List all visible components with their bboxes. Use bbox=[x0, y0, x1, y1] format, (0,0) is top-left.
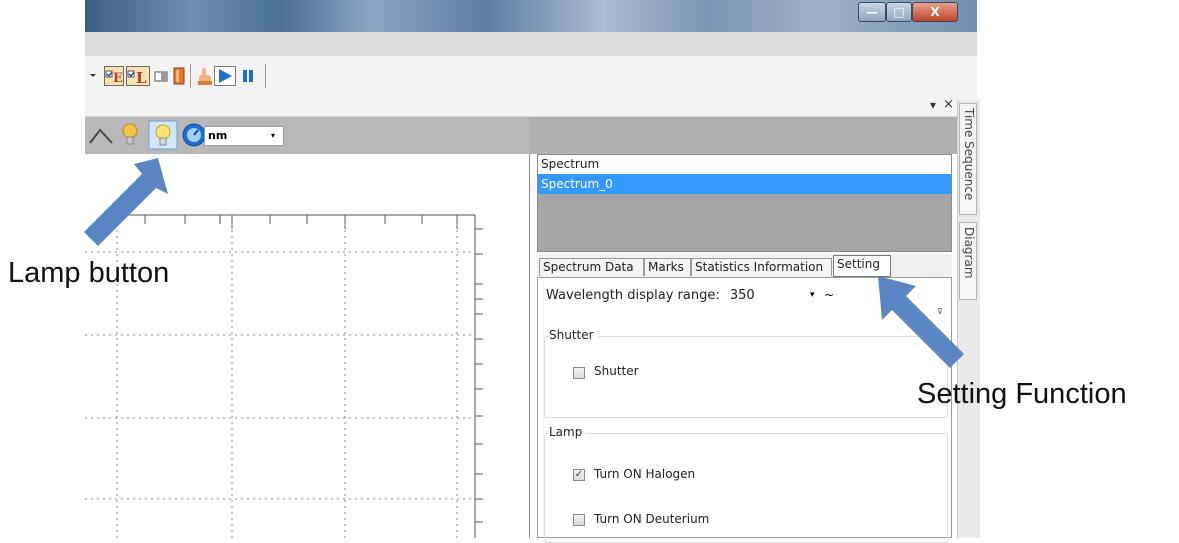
maximize-button[interactable]: □ bbox=[886, 2, 912, 22]
halogen-checkbox-label: Turn ON Halogen bbox=[594, 467, 696, 481]
toolbar-separator bbox=[265, 64, 266, 88]
pane-header: ▾ × bbox=[85, 97, 957, 117]
peak-icon[interactable] bbox=[88, 124, 116, 146]
toggle-icon[interactable] bbox=[154, 66, 168, 86]
deuterium-checkbox-label: Turn ON Deuterium bbox=[594, 512, 710, 526]
marker-icon[interactable] bbox=[171, 66, 187, 86]
unit-select[interactable]: nm ▾ bbox=[204, 126, 284, 146]
list-item[interactable]: Spectrum_0 bbox=[538, 174, 951, 194]
lamp-group-title: Lamp bbox=[549, 425, 587, 439]
pane-menu-button[interactable]: ▾ bbox=[930, 98, 936, 112]
lamp-group: Lamp bbox=[544, 425, 948, 543]
wavelength-range-row: Wavelength display range: 350 bbox=[546, 288, 755, 303]
close-icon: X bbox=[930, 5, 940, 19]
wavelength-range-label: Wavelength display range: bbox=[546, 288, 720, 303]
menu-bar bbox=[85, 32, 977, 57]
tab-marks[interactable]: Marks bbox=[644, 258, 691, 276]
range-separator: ~ bbox=[824, 288, 835, 302]
tab-statistics-information[interactable]: Statistics Information bbox=[691, 258, 832, 276]
lamp-button-callout: Lamp button bbox=[8, 257, 170, 289]
rail-tab-time-sequence[interactable]: Time Sequence bbox=[959, 103, 977, 215]
tab-spectrum-data[interactable]: Spectrum Data bbox=[539, 258, 644, 276]
shutter-group-title: Shutter bbox=[549, 328, 598, 342]
shutter-checkbox-label: Shutter bbox=[594, 364, 639, 378]
lamp-off-icon[interactable] bbox=[119, 122, 141, 148]
rail-tab-label: Time Sequence bbox=[962, 108, 976, 201]
window-title-bar bbox=[85, 0, 977, 32]
play-button[interactable] bbox=[214, 66, 236, 86]
hand-icon[interactable] bbox=[196, 66, 214, 86]
setting-function-callout: Setting Function bbox=[917, 378, 1127, 410]
pane-close-button[interactable]: × bbox=[943, 97, 954, 112]
chevron-down-icon: ▾ bbox=[270, 131, 275, 140]
maximize-icon: □ bbox=[893, 5, 905, 19]
minimize-button[interactable]: — bbox=[858, 2, 886, 22]
checkbox-l-icon[interactable]: L bbox=[126, 66, 150, 86]
spectrum-list-header: Spectrum bbox=[538, 155, 951, 174]
chart-toolbar-extension bbox=[530, 117, 957, 154]
checkbox-e-icon[interactable]: E bbox=[104, 66, 124, 86]
setting-function-arrow bbox=[878, 276, 964, 368]
svg-text:E: E bbox=[113, 71, 123, 86]
rail-tab-label: Diagram bbox=[962, 227, 976, 279]
deuterium-checkbox[interactable] bbox=[573, 514, 585, 526]
lamp-button[interactable] bbox=[148, 120, 178, 150]
toolbar-separator bbox=[190, 64, 191, 88]
halogen-checkbox[interactable]: ✓ bbox=[573, 469, 585, 481]
minimize-icon: — bbox=[866, 5, 878, 19]
close-button[interactable]: X bbox=[912, 2, 958, 22]
unit-select-value: nm bbox=[208, 129, 228, 142]
chevron-down-icon[interactable]: ▾ bbox=[810, 290, 815, 300]
wavelength-range-start-input[interactable]: 350 bbox=[730, 288, 755, 303]
svg-text:L: L bbox=[136, 69, 147, 86]
pause-button[interactable] bbox=[240, 66, 256, 86]
shutter-checkbox[interactable] bbox=[573, 367, 585, 379]
dropdown-arrow-icon[interactable] bbox=[88, 70, 98, 80]
lamp-button-arrow bbox=[84, 158, 168, 246]
